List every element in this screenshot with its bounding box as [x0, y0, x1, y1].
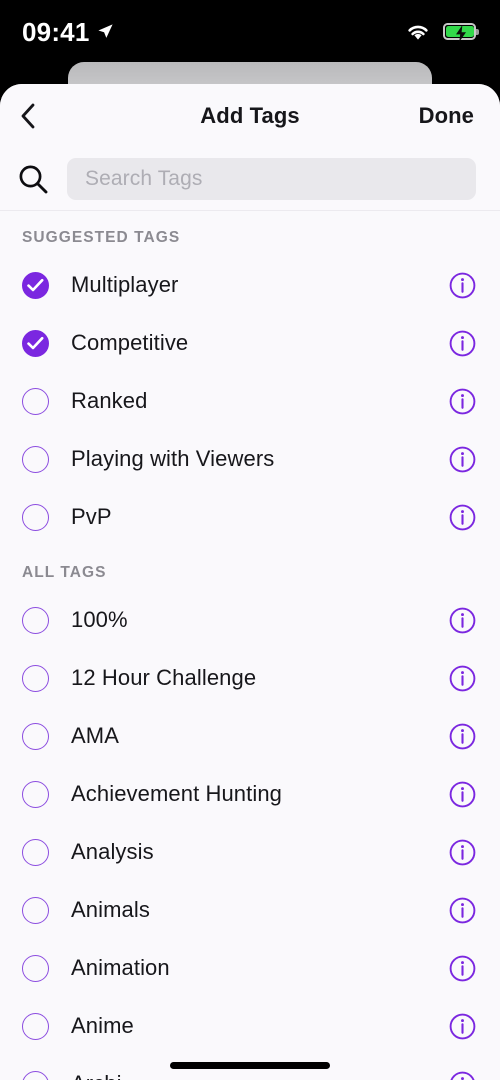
status-time: 09:41	[22, 17, 90, 47]
tag-info-button[interactable]	[449, 388, 476, 415]
checkbox-unchecked[interactable]	[22, 1012, 49, 1040]
tag-row[interactable]: Competitive	[0, 314, 500, 372]
tag-label: Achievement Hunting	[71, 781, 283, 806]
status-bar: 09:41	[0, 0, 500, 62]
tag-label: PvP	[71, 504, 112, 529]
tag-info-button[interactable]	[449, 839, 476, 866]
checkbox-unchecked[interactable]	[22, 445, 49, 473]
tag-label: Competitive	[71, 330, 189, 355]
search-bar: Search Tags	[0, 147, 500, 211]
tag-info-button[interactable]	[449, 330, 476, 357]
checkbox-unchecked[interactable]	[22, 722, 49, 750]
info-circle-icon[interactable]	[449, 1013, 476, 1040]
checkmark-icon	[27, 336, 44, 349]
back-button[interactable]	[20, 96, 56, 136]
tag-row[interactable]: PvP	[0, 488, 500, 546]
phone-screen: 09:41 Add Tags Done Search Tags SUGGESTE…	[0, 0, 500, 1080]
info-circle-icon[interactable]	[449, 446, 476, 473]
section-header: ALL TAGS	[22, 564, 107, 581]
info-circle-icon[interactable]	[449, 665, 476, 692]
search-icon[interactable]	[16, 162, 50, 196]
tag-label: Anime	[71, 1013, 134, 1038]
checkbox-unchecked[interactable]	[22, 664, 49, 692]
tag-info-button[interactable]	[449, 723, 476, 750]
tag-info-button[interactable]	[449, 1071, 476, 1080]
tag-row[interactable]: 100%	[0, 591, 500, 649]
tag-label: Animation	[71, 955, 170, 980]
checkbox-unchecked[interactable]	[22, 838, 49, 866]
info-circle-icon[interactable]	[449, 607, 476, 634]
info-circle-icon[interactable]	[449, 272, 476, 299]
tag-row[interactable]: Animals	[0, 881, 500, 939]
tag-label: Playing with Viewers	[71, 446, 275, 471]
checkbox-unchecked[interactable]	[22, 954, 49, 982]
tag-label: 12 Hour Challenge	[71, 665, 257, 690]
tag-label: Animals	[71, 897, 150, 922]
checkbox-unchecked[interactable]	[22, 387, 49, 415]
info-circle-icon[interactable]	[449, 388, 476, 415]
tag-info-button[interactable]	[449, 1013, 476, 1040]
status-bar-right	[405, 22, 479, 42]
tag-info-button[interactable]	[449, 446, 476, 473]
tag-label: 100%	[71, 607, 128, 632]
battery-charging-icon	[443, 22, 479, 42]
location-arrow-icon	[97, 23, 113, 38]
checkmark-icon	[27, 278, 44, 291]
checkbox-checked[interactable]	[22, 329, 49, 357]
info-circle-icon[interactable]	[449, 839, 476, 866]
checkbox-unchecked[interactable]	[22, 606, 49, 634]
tag-row[interactable]: Multiplayer	[0, 256, 500, 314]
tag-row[interactable]: Anime	[0, 997, 500, 1055]
tag-info-button[interactable]	[449, 272, 476, 299]
tag-info-button[interactable]	[449, 897, 476, 924]
charging-bolt-icon	[456, 24, 466, 42]
status-bar-left: 09:41	[22, 17, 114, 45]
tag-info-button[interactable]	[449, 781, 476, 808]
info-circle-icon[interactable]	[449, 723, 476, 750]
tag-info-button[interactable]	[449, 955, 476, 982]
tag-label: Multiplayer	[71, 272, 179, 297]
tag-label: Analysis	[71, 839, 154, 864]
tag-row[interactable]: 12 Hour Challenge	[0, 649, 500, 707]
tag-row[interactable]: Playing with Viewers	[0, 430, 500, 488]
tag-row[interactable]: Analysis	[0, 823, 500, 881]
tag-info-button[interactable]	[449, 504, 476, 531]
tag-info-button[interactable]	[449, 665, 476, 692]
tag-row[interactable]: Animation	[0, 939, 500, 997]
navigation-bar: Add Tags Done	[0, 84, 500, 147]
info-circle-icon[interactable]	[449, 781, 476, 808]
info-circle-icon[interactable]	[449, 955, 476, 982]
section-header: SUGGESTED TAGS	[22, 229, 181, 246]
tag-row[interactable]: Ranked	[0, 372, 500, 430]
tag-label: AMA	[71, 723, 119, 748]
info-circle-icon[interactable]	[449, 1071, 476, 1080]
tag-info-button[interactable]	[449, 607, 476, 634]
add-tags-sheet: Add Tags Done Search Tags SUGGESTED TAGS…	[0, 84, 500, 1080]
checkbox-checked[interactable]	[22, 271, 49, 299]
checkbox-unchecked[interactable]	[22, 896, 49, 924]
tag-row[interactable]: Achievement Hunting	[0, 765, 500, 823]
tag-row[interactable]: AMA	[0, 707, 500, 765]
checkbox-unchecked[interactable]	[22, 1070, 49, 1080]
checkbox-unchecked[interactable]	[22, 780, 49, 808]
search-placeholder: Search Tags	[85, 166, 203, 190]
checkbox-unchecked[interactable]	[22, 503, 49, 531]
info-circle-icon[interactable]	[449, 504, 476, 531]
tag-list: SUGGESTED TAGS Multiplayer Competitive Rank…	[0, 211, 500, 1080]
tag-label: Archi	[71, 1071, 122, 1080]
done-button[interactable]: Done	[419, 103, 474, 129]
chevron-left-icon	[21, 103, 35, 128]
info-circle-icon[interactable]	[449, 330, 476, 357]
wifi-icon	[408, 25, 428, 40]
tag-label: Ranked	[71, 388, 148, 413]
info-circle-icon[interactable]	[449, 897, 476, 924]
home-indicator	[170, 1062, 330, 1069]
search-input[interactable]: Search Tags	[67, 157, 476, 200]
